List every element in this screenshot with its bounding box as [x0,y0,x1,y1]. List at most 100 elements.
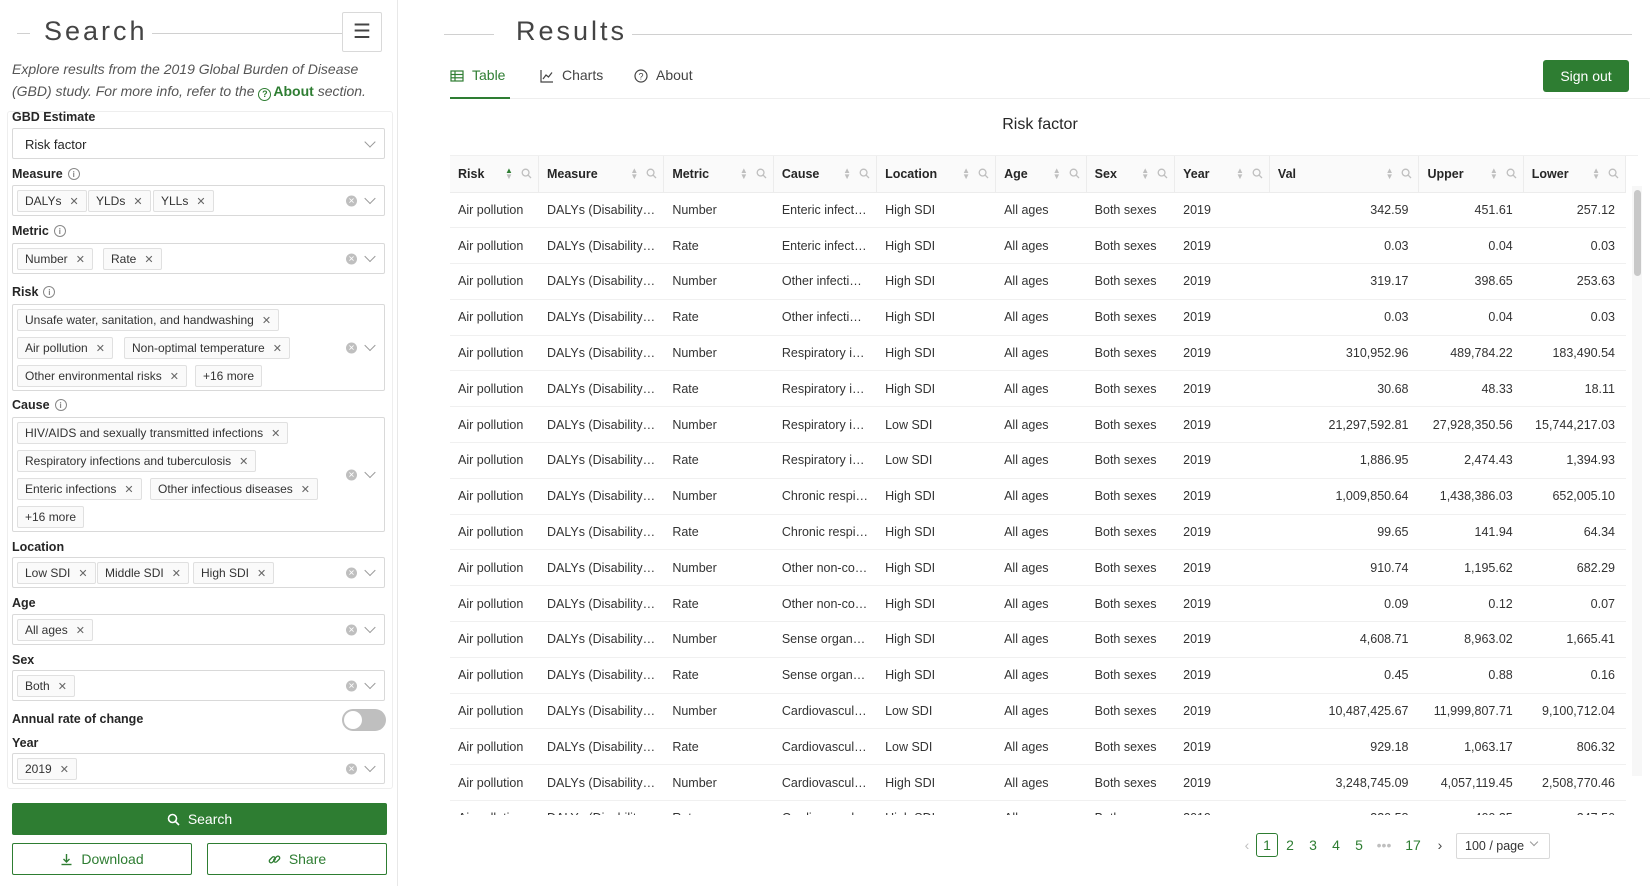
download-button[interactable]: Download [12,843,192,875]
filter-search-icon[interactable] [859,168,870,179]
column-header-metric[interactable]: Metric ▲ ▼ [663,156,774,193]
remove-tag-icon[interactable]: ✕ [76,253,85,266]
about-link[interactable]: About [273,83,313,99]
remove-tag-icon[interactable]: ✕ [273,342,282,355]
column-header-sex[interactable]: Sex ▲ ▼ [1086,156,1176,193]
next-page-icon[interactable]: › [1429,833,1451,857]
share-button[interactable]: Share [207,843,387,875]
sign-out-button[interactable]: Sign out [1543,60,1629,92]
sort-icon[interactable]: ▲ ▼ [630,166,638,180]
filter-search-icon[interactable] [646,168,657,179]
age-select[interactable]: All ages ✕ ✕ [12,614,385,645]
page-size-select[interactable]: 100 / page [1456,833,1550,859]
sort-icon[interactable]: ▲ ▼ [1386,166,1394,180]
table-row[interactable]: Air pollution DALYs (Disability-… Number En… [450,192,1626,229]
scrollbar-thumb[interactable] [1634,190,1641,276]
filter-search-icon[interactable] [978,168,989,179]
remove-tag-icon[interactable]: ✕ [257,567,266,580]
search-button[interactable]: Search [12,803,387,835]
filter-search-icon[interactable] [1069,168,1080,179]
table-row[interactable]: Air pollution DALYs (Disability-… Number Ot… [450,263,1626,300]
table-row[interactable]: Air pollution DALYs (Disability-… Number Ot… [450,549,1626,587]
table-scrollbar[interactable] [1632,186,1642,776]
sort-icon[interactable]: ▲ ▼ [1490,166,1498,180]
column-header-year[interactable]: Year ▲ ▼ [1174,156,1270,193]
tag-more[interactable]: +16 more [17,506,85,528]
clear-icon[interactable]: ✕ [346,624,357,635]
remove-tag-icon[interactable]: ✕ [172,567,181,580]
measure-select[interactable]: DALYs ✕ YLDs ✕ YLLs ✕ ✕ [12,185,385,216]
table-row[interactable]: Air pollution DALYs (Disability-… Rate Resp… [450,370,1626,408]
info-icon[interactable]: i [67,168,80,180]
annual-rate-toggle[interactable] [342,709,386,731]
filter-search-icon[interactable] [1401,168,1412,179]
location-select[interactable]: Low SDI ✕ Middle SDI ✕ High SDI ✕ ✕ [12,557,385,588]
clear-icon[interactable]: ✕ [346,195,357,206]
column-header-cause[interactable]: Cause ▲ ▼ [773,156,878,193]
page-3[interactable]: 3 [1302,833,1324,857]
clear-icon[interactable]: ✕ [346,469,357,480]
filter-search-icon[interactable] [521,168,532,179]
column-header-upper[interactable]: Upper ▲ ▼ [1418,156,1524,193]
sort-icon[interactable]: ▲ ▼ [843,166,851,180]
filter-search-icon[interactable] [756,168,767,179]
remove-tag-icon[interactable]: ✕ [96,342,105,355]
clear-icon[interactable]: ✕ [346,342,357,353]
remove-tag-icon[interactable]: ✕ [271,427,280,440]
page-4[interactable]: 4 [1325,833,1347,857]
filter-search-icon[interactable] [1157,168,1168,179]
table-row[interactable]: Air pollution DALYs (Disability-… Rate Ente… [450,227,1626,265]
remove-tag-icon[interactable]: ✕ [76,624,85,637]
page-5[interactable]: 5 [1348,833,1370,857]
risk-select[interactable]: Unsafe water, sanitation, and handwashin… [12,304,385,391]
table-row[interactable]: Air pollution DALYs (Disability-… Number Ca… [450,764,1626,802]
gbd-estimate-select[interactable]: Risk factor [12,128,385,159]
clear-icon[interactable]: ✕ [346,680,357,691]
filter-search-icon[interactable] [1608,168,1619,179]
table-row[interactable]: Air pollutionDALYs (Disability-…RateCard… [450,728,1626,766]
filter-search-icon[interactable] [1252,168,1263,179]
page-1[interactable]: 1 [1256,833,1278,857]
table-row[interactable]: Air pollution DALYs (Disability-… Rate Resp… [450,442,1626,479]
remove-tag-icon[interactable]: ✕ [170,370,179,383]
sort-icon[interactable]: ▲ ▼ [962,166,970,180]
tab-about[interactable]: ? About [634,67,693,99]
prev-page-icon[interactable]: ‹ [1236,833,1258,857]
year-select[interactable]: 2019 ✕ ✕ [12,753,385,784]
column-header-val[interactable]: Val ▲ ▼ [1269,156,1420,193]
sort-icon[interactable]: ▲ ▼ [1053,166,1061,180]
menu-button[interactable]: ☰ [342,12,382,52]
sort-icon[interactable]: ▲ ▼ [740,166,748,180]
remove-tag-icon[interactable]: ✕ [133,195,142,208]
table-row[interactable]: Air pollution DALYs (Disability-… Number Se… [450,621,1626,658]
clear-icon[interactable]: ✕ [346,763,357,774]
column-header-risk[interactable]: Risk ▲ ▼ [450,156,539,193]
table-row[interactable]: Air pollution DALYs (Disability-… Rate Othe… [450,299,1626,336]
remove-tag-icon[interactable]: ✕ [196,195,205,208]
tab-table[interactable]: Table [450,67,510,99]
tab-charts[interactable]: Charts [540,67,603,99]
table-row[interactable]: Air pollutionDALYs (Disability-…RateCard… [450,800,1626,815]
table-row[interactable]: Air pollution DALYs (Disability-… Number Ch… [450,478,1626,515]
remove-tag-icon[interactable]: ✕ [78,567,87,580]
column-header-location[interactable]: Location ▲ ▼ [876,156,997,193]
remove-tag-icon[interactable]: ✕ [60,763,69,776]
info-icon[interactable]: i [54,399,67,411]
page-17[interactable]: 17 [1402,833,1424,857]
table-row[interactable]: Air pollution DALYs (Disability-… Number Re… [450,335,1626,372]
clear-icon[interactable]: ✕ [346,253,357,264]
sort-icon[interactable]: ▲ ▼ [1592,166,1600,180]
cause-select[interactable]: HIV/AIDS and sexually transmitted infect… [12,417,385,532]
column-header-age[interactable]: Age ▲ ▼ [995,156,1087,193]
table-row[interactable]: Air pollution DALYs (Disability-… Rate Chro… [450,514,1626,551]
remove-tag-icon[interactable]: ✕ [69,195,78,208]
metric-select[interactable]: Number ✕ Rate ✕ ✕ [12,243,385,274]
tag-more[interactable]: +16 more [195,365,263,387]
clear-icon[interactable]: ✕ [346,567,357,578]
page-2[interactable]: 2 [1279,833,1301,857]
table-row[interactable]: Air pollution DALYs (Disability-… Number Ca… [450,693,1626,730]
remove-tag-icon[interactable]: ✕ [239,455,248,468]
column-header-measure[interactable]: Measure ▲ ▼ [538,156,665,193]
info-icon[interactable]: i [43,286,56,298]
remove-tag-icon[interactable]: ✕ [58,680,67,693]
